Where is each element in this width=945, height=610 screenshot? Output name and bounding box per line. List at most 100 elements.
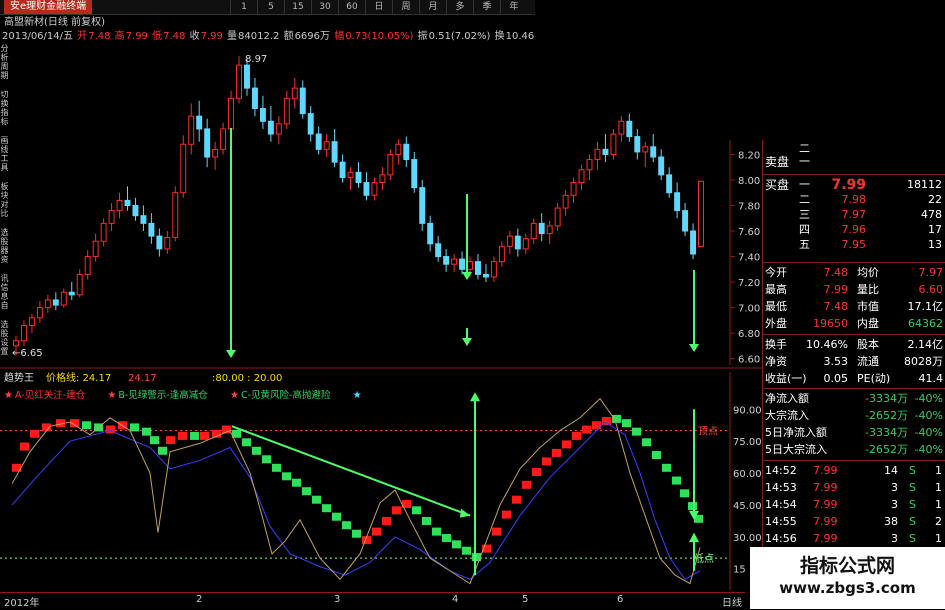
legend-star-end: ★ xyxy=(353,390,362,401)
stat-value: 64362 xyxy=(908,317,943,330)
candle xyxy=(371,177,378,201)
stat-value: 10.46% xyxy=(806,338,848,351)
price-line-value2: 24.17 xyxy=(128,373,157,384)
stat-label: 股本 xyxy=(857,338,879,351)
candle-body xyxy=(299,87,306,115)
candle-body xyxy=(244,64,250,89)
trend-block xyxy=(382,516,391,525)
date-axis-label: 2012年 xyxy=(4,598,40,609)
candle xyxy=(339,154,346,183)
trend-block xyxy=(150,436,159,445)
candle-body xyxy=(164,236,171,250)
candle-body xyxy=(690,230,697,255)
candle-body xyxy=(44,299,51,309)
watermark-title: 指标公式网 xyxy=(799,555,895,577)
stat-label: 收益(一) xyxy=(765,372,807,385)
candle xyxy=(220,122,227,155)
tick-volume: 38 xyxy=(884,515,898,528)
sell-level-name: 一 xyxy=(799,155,810,168)
candle-body xyxy=(403,143,410,161)
candle xyxy=(236,56,242,104)
candle xyxy=(530,218,537,244)
candle-body xyxy=(634,136,641,153)
tick-row: 14:55 7.99 38 S 2 xyxy=(763,513,945,531)
sell-arrow-2-head xyxy=(689,344,699,352)
candle xyxy=(323,134,330,158)
buy-arrow-up-head xyxy=(470,392,480,402)
candle xyxy=(180,135,187,198)
candle xyxy=(315,126,322,155)
candle xyxy=(347,167,354,191)
candle-body xyxy=(570,182,577,196)
flow-pct: -40% xyxy=(914,443,943,456)
candle-body xyxy=(387,153,394,176)
tick-side: S xyxy=(909,532,916,545)
tick-price: 7.99 xyxy=(813,532,838,545)
candle xyxy=(36,301,43,323)
candle-body xyxy=(68,291,75,296)
candle-body xyxy=(60,291,67,306)
candle xyxy=(698,180,704,247)
candle xyxy=(196,100,203,142)
trend-block xyxy=(572,431,581,440)
candle xyxy=(490,256,497,283)
candle-body xyxy=(188,115,195,145)
indicator-tick-label: 60.00 xyxy=(733,469,762,480)
candle-body xyxy=(411,159,418,189)
trend-block xyxy=(688,502,697,511)
candle-body xyxy=(204,128,211,158)
candle-body xyxy=(172,192,179,238)
candle xyxy=(666,167,673,198)
flow-value: -2652万 xyxy=(865,443,908,456)
candle-body xyxy=(323,141,330,150)
candle xyxy=(379,167,386,191)
candle xyxy=(60,288,67,308)
date-axis-label: 4 xyxy=(452,594,459,605)
candle xyxy=(140,205,147,232)
legend-star: ★ xyxy=(4,390,13,401)
candle-body xyxy=(482,273,489,278)
candle-body xyxy=(642,146,649,153)
candle-body xyxy=(546,225,553,235)
candle-body xyxy=(180,143,187,194)
date-axis-label: 5 xyxy=(522,594,529,605)
candle xyxy=(52,292,59,311)
candle-body xyxy=(148,222,155,237)
candle xyxy=(92,233,99,262)
tick-time: 14:54 xyxy=(765,498,797,511)
candle-body xyxy=(443,256,450,265)
candle-body xyxy=(467,261,473,270)
candle-body xyxy=(498,245,505,263)
candle xyxy=(251,77,258,117)
candle-body xyxy=(506,235,513,247)
candle-body xyxy=(355,171,362,184)
flow-row: 5日大宗流入 -2652万 -40% xyxy=(763,441,945,459)
candle-body xyxy=(379,174,386,184)
trend-line-head xyxy=(460,508,470,518)
indicator-tick-label: 75.00 xyxy=(733,437,762,448)
candle xyxy=(650,134,657,163)
candle-body xyxy=(331,141,338,163)
trend-block xyxy=(462,546,471,555)
price-tick-label: 7.40 xyxy=(738,253,760,264)
trend-block xyxy=(178,431,187,440)
trend-line xyxy=(231,425,471,517)
kline-chart[interactable]: 8.20 8.00 7.80 7.60 7.40 7.20 7.00 6.80 6.60 8.97… xyxy=(0,0,762,609)
trend-block xyxy=(302,487,311,496)
stat-label: 最高 xyxy=(765,283,787,296)
candle-body xyxy=(315,133,322,150)
trend-block xyxy=(612,414,621,423)
trend-block xyxy=(158,446,167,455)
trend-block xyxy=(166,436,175,445)
trend-block xyxy=(272,463,281,472)
candle-body xyxy=(36,307,43,319)
divider xyxy=(763,460,945,461)
divider xyxy=(763,262,945,263)
trend-block xyxy=(680,489,689,498)
candle xyxy=(76,269,83,298)
candle-body xyxy=(275,123,282,135)
divider xyxy=(763,388,945,389)
tick-price: 7.99 xyxy=(813,498,838,511)
candle xyxy=(498,241,505,267)
candle-body xyxy=(132,205,139,217)
